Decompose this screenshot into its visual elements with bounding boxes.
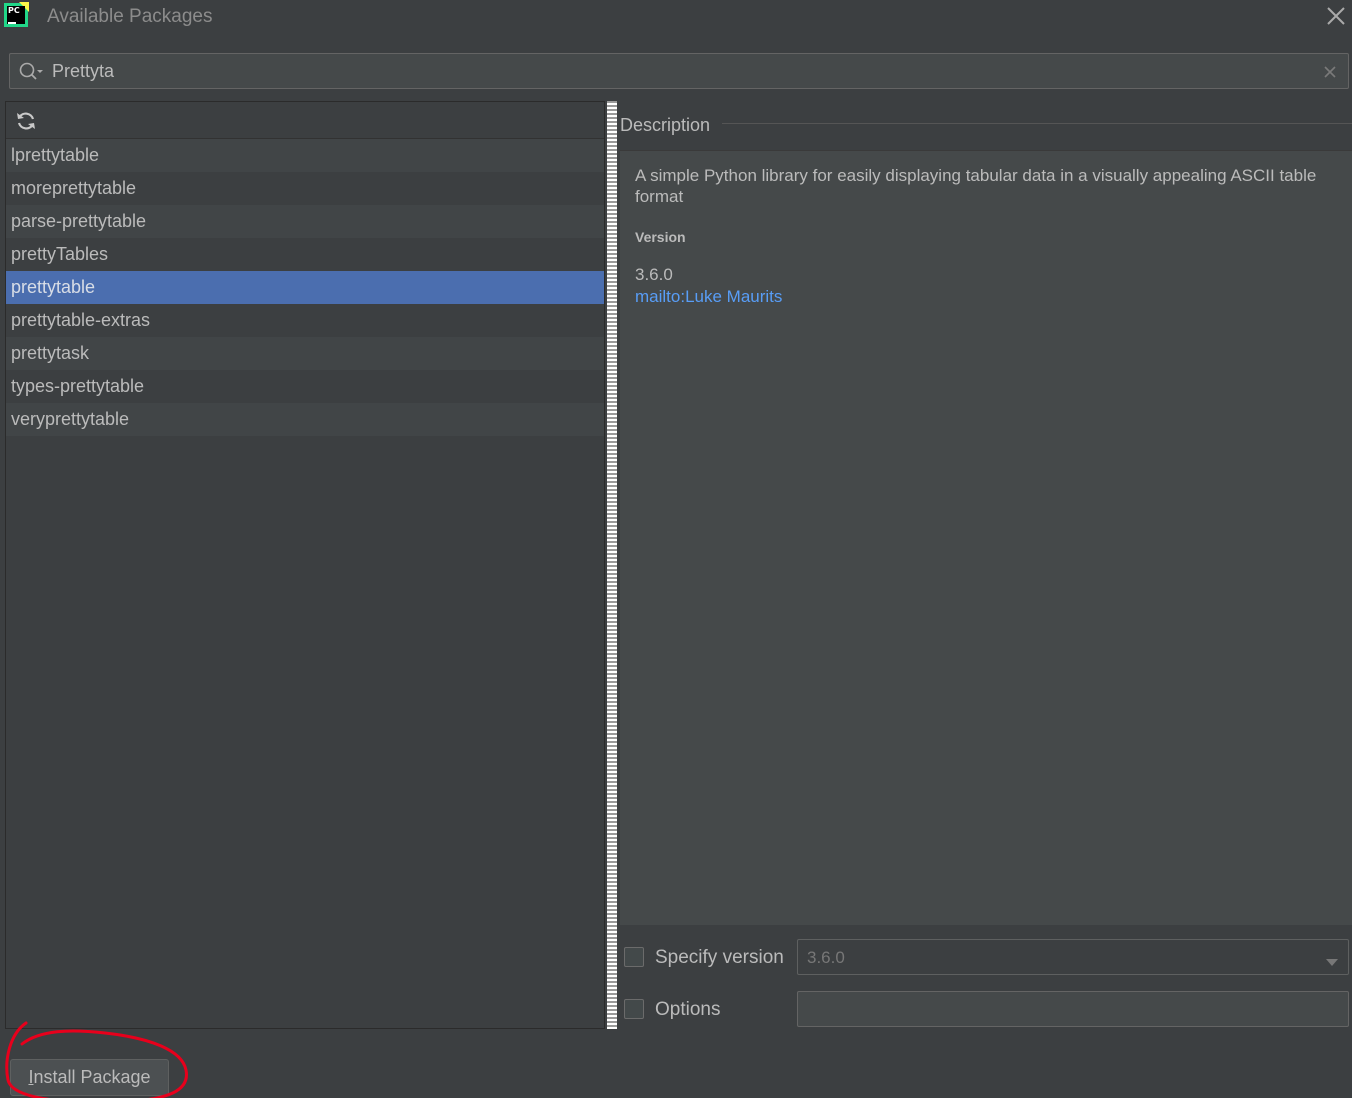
title-bar: PC Available Packages bbox=[0, 0, 1352, 36]
install-package-button[interactable]: Install Package bbox=[10, 1059, 169, 1096]
close-icon[interactable] bbox=[1324, 4, 1348, 28]
details-panel: Description A simple Python library for … bbox=[620, 101, 1352, 1029]
specify-version-label: Specify version bbox=[655, 947, 784, 968]
description-header: Description bbox=[620, 115, 711, 135]
package-list-item[interactable]: lprettytable bbox=[6, 139, 604, 172]
package-list-item[interactable]: veryprettytable bbox=[6, 403, 604, 436]
pycharm-logo-icon: PC bbox=[4, 2, 29, 27]
specify-version-checkbox[interactable] bbox=[624, 947, 644, 967]
bottom-edge bbox=[0, 1098, 1352, 1105]
version-label: Version bbox=[635, 229, 686, 245]
app-icon-text: PC bbox=[8, 6, 20, 15]
description-divider bbox=[722, 123, 1352, 124]
panel-splitter[interactable] bbox=[605, 101, 620, 1029]
options-row: Options bbox=[620, 991, 1352, 1027]
package-list: lprettytable moreprettytable parse-prettyt… bbox=[6, 139, 604, 436]
package-list-item[interactable]: prettytask bbox=[6, 337, 604, 370]
package-list-item[interactable]: prettytable-extras bbox=[6, 304, 604, 337]
version-dropdown[interactable]: 3.6.0 bbox=[797, 939, 1349, 975]
options-input[interactable] bbox=[797, 991, 1349, 1027]
version-value: 3.6.0 bbox=[635, 265, 673, 284]
refresh-icon[interactable] bbox=[15, 110, 37, 132]
package-list-item[interactable]: parse-prettytable bbox=[6, 205, 604, 238]
chevron-down-icon bbox=[1326, 954, 1338, 966]
window-title: Available Packages bbox=[47, 6, 213, 27]
version-dropdown-value: 3.6.0 bbox=[807, 948, 845, 967]
search-icon[interactable] bbox=[18, 61, 44, 83]
package-list-toolbar bbox=[6, 102, 604, 139]
package-list-item[interactable]: moreprettytable bbox=[6, 172, 604, 205]
description-area: A simple Python library for easily displ… bbox=[620, 150, 1352, 925]
package-list-item[interactable]: prettyTables bbox=[6, 238, 604, 271]
package-list-item[interactable]: prettytable bbox=[6, 271, 604, 304]
options-checkbox[interactable] bbox=[624, 999, 644, 1019]
specify-version-row: Specify version 3.6.0 bbox=[620, 939, 1352, 975]
author-link[interactable]: mailto:Luke Maurits bbox=[635, 287, 782, 307]
options-label: Options bbox=[655, 999, 721, 1020]
search-input[interactable]: Prettyta bbox=[52, 61, 114, 82]
clear-search-icon[interactable] bbox=[1322, 64, 1338, 80]
package-list-panel: lprettytable moreprettytable parse-prettyt… bbox=[5, 101, 605, 1029]
description-text: A simple Python library for easily displ… bbox=[635, 166, 1317, 206]
search-field[interactable]: Prettyta bbox=[9, 53, 1349, 89]
package-list-item[interactable]: types-prettytable bbox=[6, 370, 604, 403]
install-package-label: Install Package bbox=[28, 1067, 151, 1087]
